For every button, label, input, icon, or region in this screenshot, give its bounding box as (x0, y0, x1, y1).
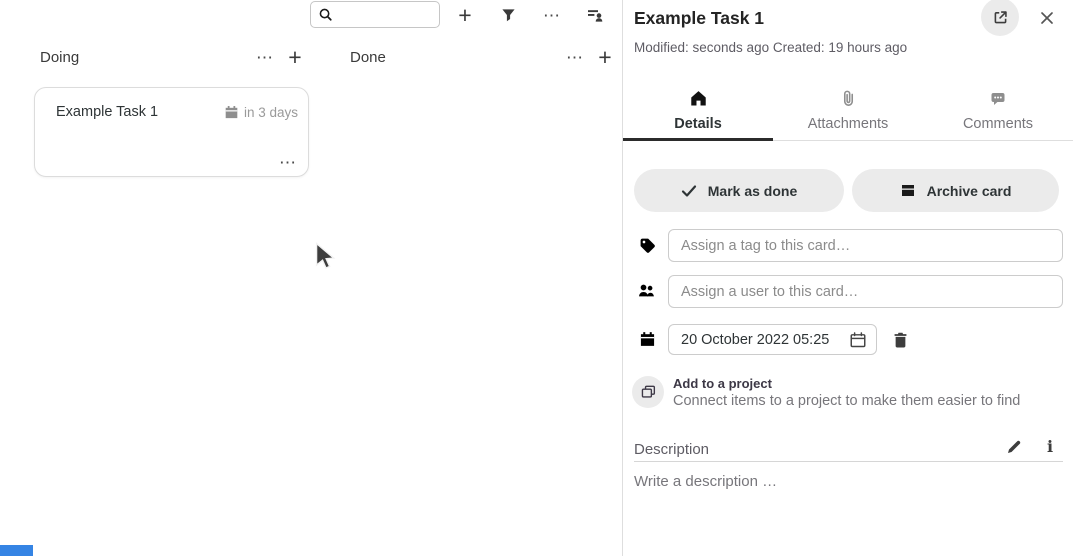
trash-icon (892, 331, 909, 349)
ellipsis-icon: ⋯ (566, 49, 584, 66)
due-date-value: 20 October 2022 05:25 (681, 332, 843, 348)
panel-tabs: Details Attachments Comm (623, 80, 1073, 141)
tab-attachments[interactable]: Attachments (773, 80, 923, 140)
edit-description-button[interactable] (1001, 436, 1027, 458)
description-editor[interactable]: Write a description … (634, 473, 1054, 490)
project-row-subtitle: Connect items to a project to make them … (673, 393, 1020, 409)
mouse-cursor (315, 242, 337, 277)
column-menu-button[interactable]: ⋯ (250, 42, 280, 72)
list-user-icon (587, 7, 604, 24)
blue-accent-fragment (0, 545, 33, 556)
plus-icon: + (458, 4, 471, 27)
tab-label: Details (674, 116, 722, 132)
project-icon-circle (632, 376, 664, 408)
search-input[interactable] (338, 7, 432, 23)
close-icon (1039, 10, 1055, 26)
card-row: Example Task 1 in 3 days (35, 88, 308, 120)
tab-comments[interactable]: Comments (923, 80, 1073, 140)
column-add-card-button[interactable]: + (590, 42, 620, 72)
tab-details[interactable]: Details (623, 80, 773, 140)
ellipsis-icon: ⋯ (279, 153, 297, 172)
project-row-title: Add to a project (673, 376, 772, 391)
close-panel-button[interactable] (1033, 4, 1061, 32)
add-to-project-row[interactable]: Add to a project Connect items to a proj… (623, 372, 1073, 414)
panel-meta: Modified: seconds ago Created: 19 hours … (634, 40, 907, 55)
column-title: Doing (34, 49, 250, 66)
pencil-icon (1006, 439, 1022, 455)
card-due-label: in 3 days (244, 105, 298, 120)
card-title: Example Task 1 (56, 104, 224, 120)
description-divider (634, 461, 1063, 462)
column-header-done: Done ⋯ + (344, 42, 620, 72)
search-icon (318, 7, 333, 22)
due-date-field[interactable]: 20 October 2022 05:25 (668, 324, 877, 355)
remove-date-button[interactable] (887, 328, 913, 352)
archive-card-button[interactable]: Archive card (852, 169, 1059, 212)
mark-as-done-label: Mark as done (708, 183, 797, 199)
tab-label: Attachments (808, 116, 889, 132)
funnel-icon (501, 8, 516, 23)
column-title: Done (344, 49, 560, 66)
assign-user-input[interactable] (668, 275, 1063, 308)
markdown-info-button[interactable]: i (1037, 434, 1063, 458)
calendar-icon (639, 331, 656, 348)
users-icon (638, 283, 656, 299)
archive-card-label: Archive card (927, 183, 1012, 199)
new-card-button[interactable]: + (450, 0, 480, 30)
info-icon: i (1047, 437, 1053, 456)
tag-icon (639, 237, 656, 254)
column-header-doing: Doing ⋯ + (34, 42, 310, 72)
filter-button[interactable] (493, 0, 523, 30)
tab-label: Comments (963, 116, 1033, 132)
popout-icon (992, 9, 1009, 26)
check-icon (681, 184, 697, 198)
panel-title: Example Task 1 (634, 8, 764, 29)
ellipsis-icon: ⋯ (256, 49, 274, 66)
search-input-wrapper (310, 1, 440, 28)
column-add-card-button[interactable]: + (280, 42, 310, 72)
assign-tag-input[interactable] (668, 229, 1063, 262)
mark-as-done-button[interactable]: Mark as done (634, 169, 844, 212)
card-due-date: in 3 days (224, 105, 298, 120)
plus-icon: + (598, 46, 611, 69)
calendar-outline-icon (849, 331, 867, 349)
plus-icon: + (288, 46, 301, 69)
task-card[interactable]: Example Task 1 in 3 days ⋯ (34, 87, 309, 177)
ellipsis-icon: ⋯ (543, 7, 561, 24)
open-in-window-button[interactable] (981, 0, 1019, 36)
app-window: + ⋯ Doing ⋯ + Done ⋯ (0, 0, 1073, 556)
calendar-icon (224, 105, 239, 120)
comment-icon (990, 89, 1006, 107)
assignee-view-button[interactable] (580, 0, 610, 30)
card-menu-button[interactable]: ⋯ (279, 154, 297, 171)
date-picker-button[interactable] (849, 331, 867, 349)
archive-icon (900, 183, 916, 198)
task-detail-panel: Example Task 1 Modified: seconds ago Cre… (623, 0, 1073, 556)
project-frames-icon (640, 384, 657, 400)
column-menu-button[interactable]: ⋯ (560, 42, 590, 72)
home-icon (690, 89, 707, 107)
description-label: Description (634, 441, 709, 458)
board-menu-button[interactable]: ⋯ (537, 0, 567, 30)
paperclip-icon (841, 89, 856, 107)
